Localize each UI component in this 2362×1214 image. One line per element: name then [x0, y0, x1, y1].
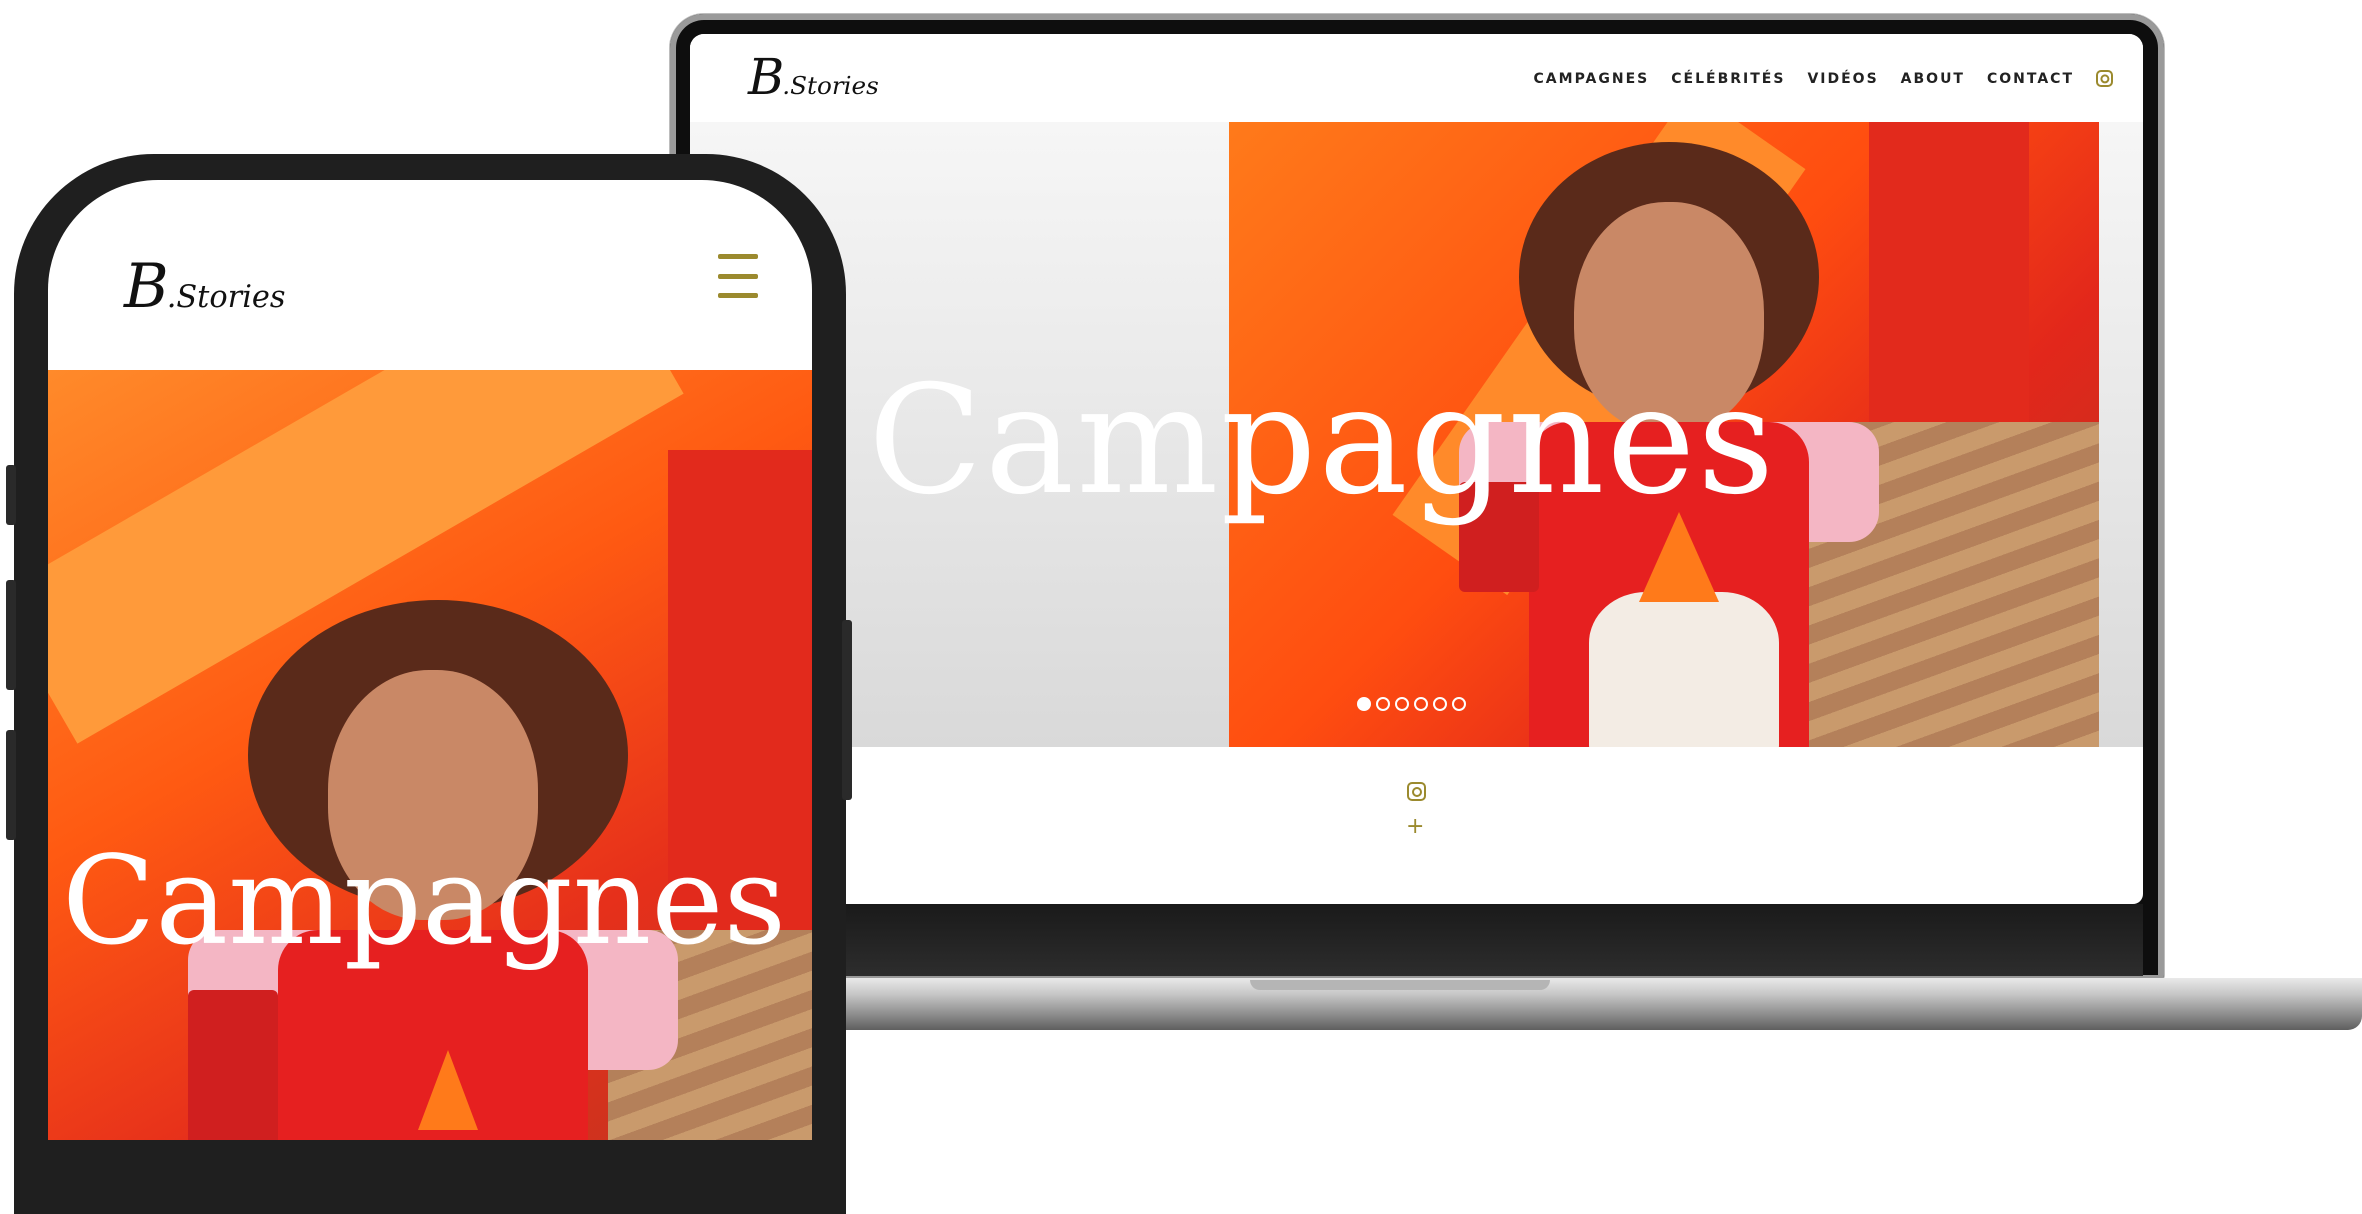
plus-icon[interactable]: + [1406, 814, 1424, 839]
instagram-icon[interactable] [2096, 70, 2113, 87]
hero-title: Campagnes [868, 354, 1777, 528]
instagram-icon[interactable] [1407, 782, 1426, 801]
nav-contact[interactable]: CONTACT [1987, 71, 2074, 87]
hamburger-menu-icon[interactable] [718, 254, 758, 298]
slider-dot[interactable] [1414, 697, 1428, 711]
slider-dots [1357, 697, 1466, 711]
hero-title: Campagnes [62, 830, 787, 972]
slider-dot[interactable] [1452, 697, 1466, 711]
site-header: B.Stories CAMPAGNES CÉLÉBRITÉS VIDÉOS AB… [690, 34, 2143, 123]
main-nav: CAMPAGNES CÉLÉBRITÉS VIDÉOS ABOUT CONTAC… [1534, 70, 2113, 87]
phone-side-button [6, 730, 16, 840]
menu-line [718, 293, 758, 298]
logo-initial: B [124, 252, 169, 322]
phone-screen: B.Stories Campagnes [48, 180, 812, 1140]
logo-text: .Stories [166, 280, 286, 315]
menu-line [718, 254, 758, 259]
photo-cone [418, 1050, 478, 1130]
laptop-base [780, 978, 2362, 1030]
nav-about[interactable]: ABOUT [1901, 71, 1965, 87]
logo-initial: B [748, 48, 784, 106]
slider-dot[interactable] [1433, 697, 1447, 711]
nav-celebrites[interactable]: CÉLÉBRITÉS [1671, 71, 1785, 87]
site-logo[interactable]: B.Stories [748, 48, 879, 106]
laptop-screen: B.Stories CAMPAGNES CÉLÉBRITÉS VIDÉOS AB… [690, 34, 2143, 904]
phone-side-button [6, 580, 16, 690]
site-logo[interactable]: B.Stories [124, 252, 286, 322]
photo-wrapper [1589, 592, 1779, 747]
slider-dot[interactable] [1395, 697, 1409, 711]
phone-side-button [6, 465, 16, 525]
slider-dot[interactable] [1357, 697, 1371, 711]
photo-cup [188, 990, 278, 1140]
laptop-notch [1250, 980, 1550, 990]
menu-line [718, 273, 758, 279]
nav-videos[interactable]: VIDÉOS [1807, 71, 1878, 87]
laptop-keyboard [690, 904, 2143, 976]
phone-side-button [842, 620, 852, 800]
nav-campagnes[interactable]: CAMPAGNES [1534, 71, 1650, 87]
logo-text: .Stories [782, 71, 879, 100]
hero-section: Campagnes [48, 370, 812, 1140]
hero-section: Campagnes [690, 122, 2143, 747]
slider-dot[interactable] [1376, 697, 1390, 711]
